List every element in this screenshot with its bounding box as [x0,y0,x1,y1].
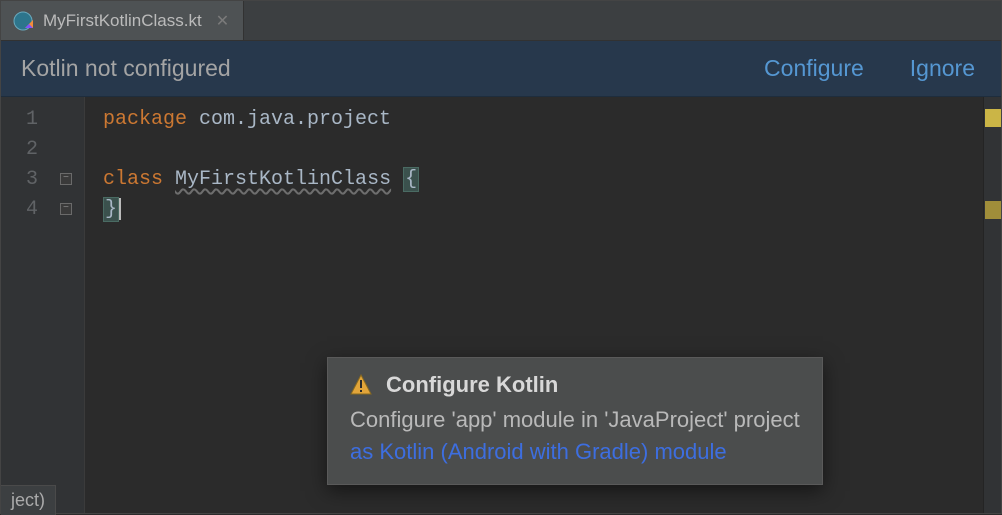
code-token [391,168,403,191]
gutter: 1 2 3 − 4 − [1,97,85,513]
code-token [163,168,175,191]
popup-action-link[interactable]: as Kotlin (Android with Gradle) module [350,436,800,468]
close-icon[interactable]: ✕ [216,11,229,31]
code-token [187,108,199,131]
warning-marker-icon[interactable] [985,201,1001,219]
code-token: com.java.project [199,108,391,131]
code-token: MyFirstKotlinClass [175,168,391,191]
warning-icon [350,374,372,396]
marker-strip [983,97,1001,513]
tab-bar: MyFirstKotlinClass.kt ✕ [1,1,1001,41]
line-number: 4 [26,198,38,221]
banner-message: Kotlin not configured [21,55,231,82]
code-line: class MyFirstKotlinClass { [103,165,1001,195]
status-bar-fragment: ject) [1,485,56,515]
tab-myfirstkotlinclass[interactable]: MyFirstKotlinClass.kt ✕ [1,1,244,40]
line-number: 1 [26,108,38,131]
notification-banner: Kotlin not configured Configure Ignore [1,41,1001,97]
code-token: } [103,197,119,222]
code-token: class [103,168,163,191]
popup-body-line: Configure 'app' module in 'JavaProject' … [350,404,800,436]
warning-marker-icon[interactable] [985,109,1001,127]
ignore-link[interactable]: Ignore [910,55,975,82]
text-caret [119,198,121,220]
tab-label: MyFirstKotlinClass.kt [43,11,202,31]
code-line: package com.java.project [103,105,1001,135]
code-token: package [103,108,187,131]
popup-title: Configure Kotlin [386,372,558,398]
kotlin-file-icon [13,11,33,31]
fold-expand-icon[interactable]: − [60,173,72,185]
code-line: } [103,195,1001,225]
configure-link[interactable]: Configure [764,55,864,82]
code-line [103,135,1001,165]
intention-popup[interactable]: Configure Kotlin Configure 'app' module … [327,357,823,485]
code-token: { [403,167,419,192]
line-number: 3 [26,168,38,191]
line-number: 2 [26,138,38,161]
fold-collapse-icon[interactable]: − [60,203,72,215]
